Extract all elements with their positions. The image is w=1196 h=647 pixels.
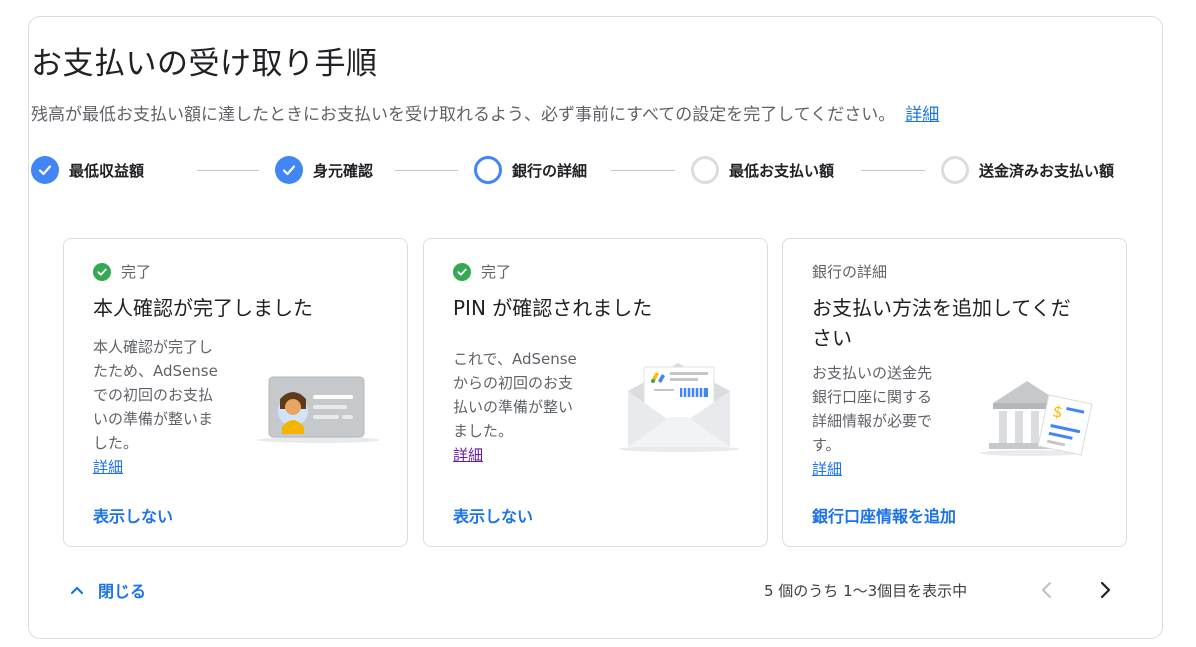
body-line: ました。 xyxy=(453,422,514,440)
card-status: 完了 xyxy=(93,261,151,282)
title-line: お支払い方法を追加してくだ xyxy=(812,296,1071,320)
status-text: 銀行の詳細 xyxy=(812,263,888,281)
details-link[interactable]: 詳細 xyxy=(93,455,218,479)
step-bank-details: 銀行の詳細 xyxy=(474,154,587,186)
body-line: 銀行口座に関する xyxy=(812,388,933,406)
description-text: 残高が最低お支払い額に達したときにお支払いを受け取れるよう、必ず事前にすべての設… xyxy=(31,105,896,125)
pin-verified-card: 完了 PIN が確認されました これで、AdSense からの初回のお支 払いの… xyxy=(423,238,768,547)
identity-verified-card: 完了 本人確認が完了しました 本人確認が完了し たため、AdSense での初回… xyxy=(63,238,408,547)
step-connector xyxy=(197,170,259,171)
next-page-button[interactable] xyxy=(1089,574,1121,606)
step-payment-sent: 送金済みお支払い額 xyxy=(941,154,1114,186)
card-status: 完了 xyxy=(453,261,511,282)
check-icon xyxy=(31,156,59,184)
details-link[interactable]: 詳細 xyxy=(453,443,577,467)
check-circle-icon xyxy=(453,262,471,281)
add-bank-account-button[interactable]: 銀行口座情報を追加 xyxy=(812,503,956,527)
previous-page-button[interactable] xyxy=(1031,574,1063,606)
step-connector xyxy=(395,170,458,171)
details-link[interactable]: 詳細 xyxy=(812,457,932,481)
progress-stepper: 最低収益額 身元確認 銀行の詳細 最低お支払い額 送金済みお支払い額 xyxy=(31,154,1121,186)
body-line: 払いの準備が整い xyxy=(453,398,574,416)
close-label: 閉じる xyxy=(98,582,147,601)
step-connector xyxy=(861,170,925,171)
body-line: たため、AdSense xyxy=(93,362,218,380)
status-text: 完了 xyxy=(121,263,152,281)
card-title: 本人確認が完了しました xyxy=(93,296,313,320)
card-body: 本人確認が完了し たため、AdSense での初回のお支払 いの準備が整いま し… xyxy=(93,335,218,479)
page-description: 残高が最低お支払い額に達したときにお支払いを受け取れるよう、必ず事前にすべての設… xyxy=(31,100,939,125)
step-label: 最低収益額 xyxy=(69,161,145,180)
chevron-left-icon xyxy=(1042,582,1051,598)
chevron-up-icon xyxy=(68,581,86,599)
card-status: 銀行の詳細 xyxy=(812,261,887,282)
body-line: す。 xyxy=(812,436,841,454)
step-label: 最低お支払い額 xyxy=(729,161,835,180)
empty-circle-icon xyxy=(691,156,719,184)
card-title: お支払い方法を追加してくだ さい xyxy=(812,293,1071,353)
bank-details-card: 銀行の詳細 お支払い方法を追加してくだ さい お支払いの送金先 銀行口座に関する… xyxy=(782,238,1127,547)
check-icon xyxy=(275,156,303,184)
close-button[interactable]: 閉じる xyxy=(68,578,146,602)
dismiss-button[interactable]: 表示しない xyxy=(453,503,533,527)
page-title: お支払いの受け取り手順 xyxy=(31,46,378,82)
step-minimum-payment: 最低お支払い額 xyxy=(691,154,834,186)
check-circle-icon xyxy=(93,262,111,281)
chevron-right-icon xyxy=(1100,581,1111,599)
pagination-status: 5 個のうち 1〜3個目を表示中 xyxy=(764,582,968,600)
card-body: これで、AdSense からの初回のお支 払いの準備が整い ました。 詳細 xyxy=(453,347,577,467)
dismiss-button[interactable]: 表示しない xyxy=(93,503,173,527)
envelope-icon xyxy=(614,361,744,460)
title-line: さい xyxy=(812,326,852,350)
step-label: 銀行の詳細 xyxy=(512,161,588,180)
status-text: 完了 xyxy=(481,263,512,281)
body-line: した。 xyxy=(93,434,139,452)
step-label: 送金済みお支払い額 xyxy=(979,161,1115,180)
body-line: 本人確認が完了し xyxy=(93,338,214,356)
step-identity: 身元確認 xyxy=(275,154,373,186)
body-line: での初回のお支払 xyxy=(93,386,214,404)
body-line: からの初回のお支 xyxy=(453,374,574,392)
body-line: 詳細情報が必要で xyxy=(812,412,933,430)
card-body: お支払いの送金先 銀行口座に関する 詳細情報が必要で す。 詳細 xyxy=(812,361,932,481)
details-link[interactable]: 詳細 xyxy=(905,105,939,125)
card-title: PIN が確認されました xyxy=(453,296,653,320)
current-step-circle-icon xyxy=(474,156,502,184)
empty-circle-icon xyxy=(941,156,969,184)
body-line: これで、AdSense xyxy=(453,350,577,368)
bank-icon: $ xyxy=(975,375,1100,469)
body-line: お支払いの送金先 xyxy=(812,364,933,382)
id-card-icon xyxy=(249,369,381,453)
step-label: 身元確認 xyxy=(313,161,374,180)
step-minimum-earnings: 最低収益額 xyxy=(31,154,144,186)
step-connector xyxy=(611,170,675,171)
body-line: いの準備が整いま xyxy=(93,410,214,428)
